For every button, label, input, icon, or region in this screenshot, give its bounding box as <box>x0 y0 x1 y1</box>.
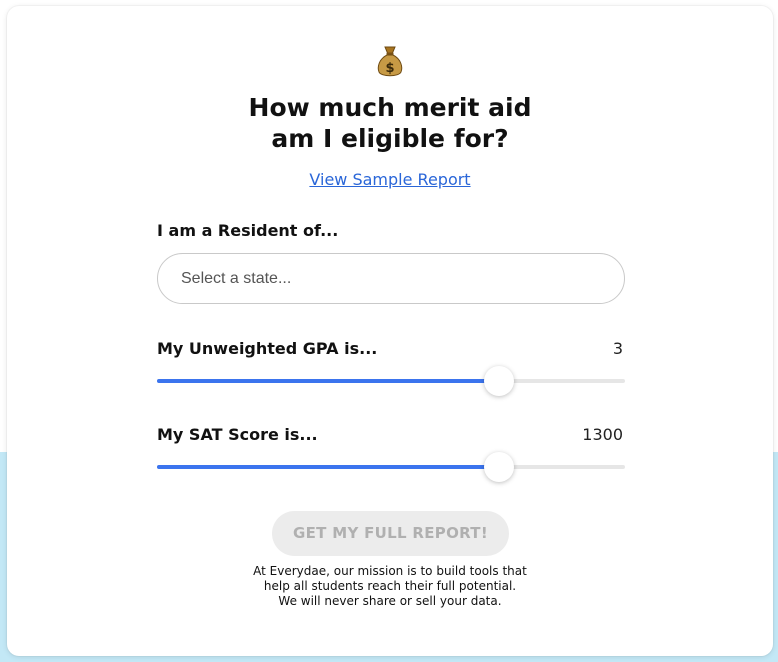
view-sample-report-link[interactable]: View Sample Report <box>309 170 470 189</box>
sat-slider-fill <box>157 465 499 469</box>
mission-statement: At Everydae, our mission is to build too… <box>7 564 773 609</box>
page-title-line-1: How much merit aid <box>248 93 532 122</box>
sat-value: 1300 <box>582 425 623 444</box>
mission-line-1: At Everydae, our mission is to build too… <box>253 564 527 578</box>
money-bag-icon-graphic: $ <box>377 46 403 77</box>
gpa-value: 3 <box>612 339 623 358</box>
view-sample-report-container: View Sample Report <box>7 170 773 189</box>
calculator-card: $ How much merit aid am I eligible for? … <box>7 6 773 656</box>
page-title: How much merit aid am I eligible for? <box>7 92 773 154</box>
sat-slider-thumb[interactable] <box>483 452 514 482</box>
money-bag-icon: $ <box>7 44 773 80</box>
gpa-label: My Unweighted GPA is... <box>157 339 378 358</box>
mission-line-2: help all students reach their full poten… <box>263 579 517 593</box>
gpa-slider-thumb[interactable] <box>483 366 514 396</box>
page-title-line-2: am I eligible for? <box>271 124 509 153</box>
svg-text:$: $ <box>385 61 394 76</box>
gpa-slider-fill <box>157 379 499 383</box>
state-select[interactable]: Select a state... <box>157 253 625 304</box>
sat-label: My SAT Score is... <box>157 425 318 444</box>
get-full-report-button[interactable]: GET MY FULL REPORT! <box>272 511 509 556</box>
sat-slider[interactable] <box>157 452 625 483</box>
residency-label: I am a Resident of... <box>157 221 339 240</box>
gpa-slider[interactable] <box>157 366 625 397</box>
mission-line-3: We will never share or sell your data. <box>278 594 502 608</box>
